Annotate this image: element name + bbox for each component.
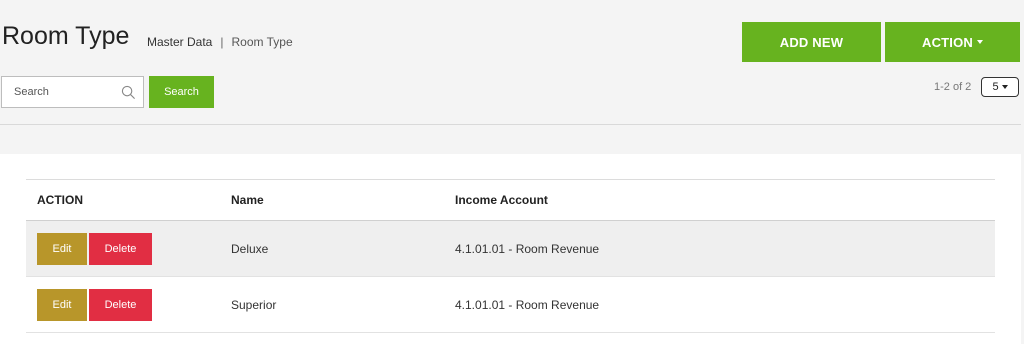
caret-down-icon — [1001, 85, 1008, 89]
column-header-action: ACTION — [26, 179, 231, 221]
breadcrumb: Master Data | Room Type — [147, 35, 293, 49]
delete-button[interactable]: Delete — [89, 288, 152, 321]
table-row: Edit Delete Deluxe 4.1.01.01 - Room Reven… — [26, 220, 995, 277]
breadcrumb-separator: | — [220, 35, 224, 49]
search-button[interactable]: Search — [149, 76, 214, 108]
table-card: ACTION Name Income Account Edit Delete De… — [0, 154, 1021, 344]
search-icon — [121, 85, 135, 99]
column-header-income-account: Income Account — [455, 179, 995, 221]
delete-button[interactable]: Delete — [89, 232, 152, 265]
table-row: Edit Delete Superior 4.1.01.01 - Room Rev… — [26, 276, 995, 333]
page-size-value: 5 — [992, 81, 999, 93]
add-new-label: ADD NEW — [779, 34, 844, 50]
cell-name: Superior — [231, 276, 455, 333]
table-header-row: ACTION Name Income Account — [26, 179, 995, 221]
room-type-table: ACTION Name Income Account Edit Delete De… — [26, 179, 995, 333]
cell-income-account: 4.1.01.01 - Room Revenue — [455, 220, 995, 277]
action-label: ACTION — [921, 34, 974, 50]
cell-income-account: 4.1.01.01 - Room Revenue — [455, 276, 995, 333]
row-actions: Edit Delete — [26, 276, 231, 333]
cell-name: Deluxe — [231, 220, 455, 277]
search-input[interactable] — [12, 85, 126, 99]
breadcrumb-parent[interactable]: Master Data — [147, 35, 212, 49]
page-size-select[interactable]: 5 — [981, 77, 1019, 97]
edit-button[interactable]: Edit — [37, 232, 87, 265]
row-actions: Edit Delete — [26, 220, 231, 277]
page-title: Room Type — [2, 22, 130, 50]
breadcrumb-current: Room Type — [231, 35, 293, 49]
search-box — [1, 76, 144, 108]
search-button-label: Search — [164, 86, 199, 98]
edit-button[interactable]: Edit — [37, 288, 87, 321]
action-dropdown-button[interactable]: ACTION — [885, 22, 1020, 62]
caret-down-icon — [977, 40, 984, 44]
column-header-name: Name — [231, 179, 455, 221]
divider — [0, 124, 1021, 125]
add-new-button[interactable]: ADD NEW — [742, 22, 881, 62]
pagination-range: 1-2 of 2 — [934, 81, 972, 93]
